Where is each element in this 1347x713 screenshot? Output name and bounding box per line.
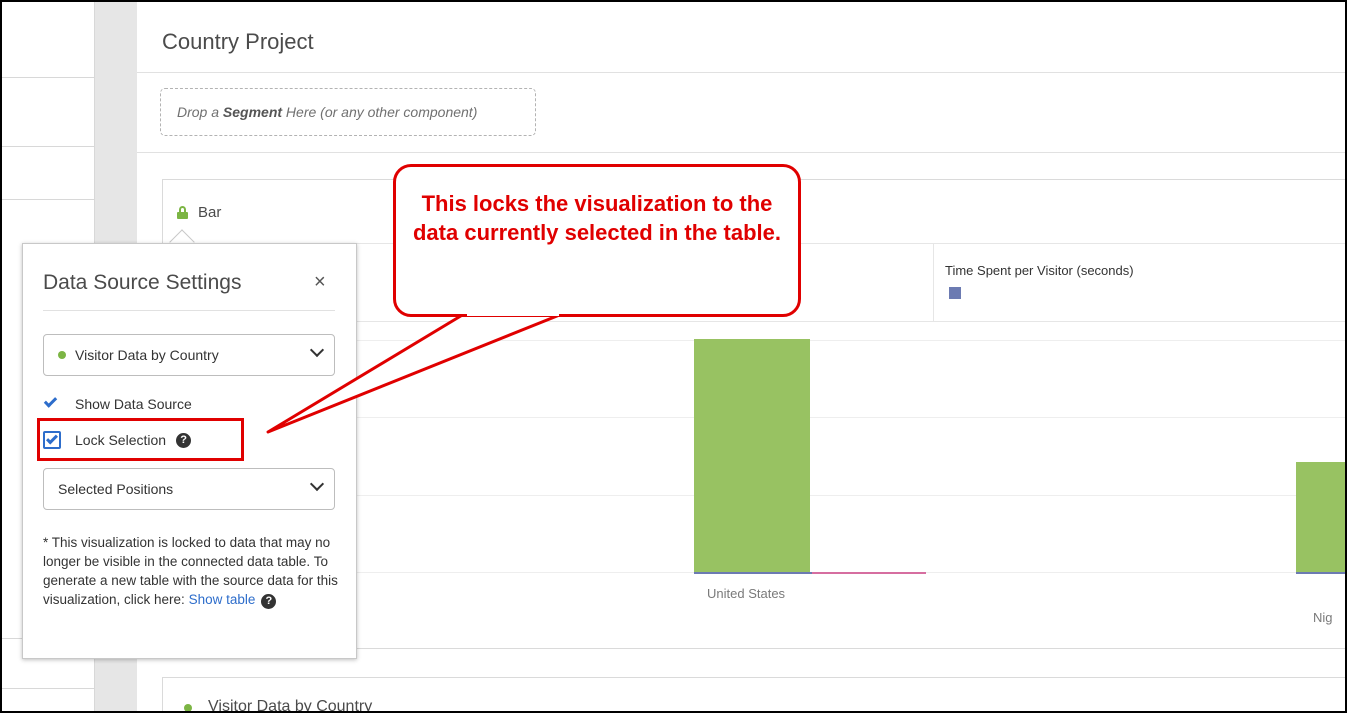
- lock-icon: [177, 206, 188, 219]
- annotation-highlight-box: [37, 418, 244, 461]
- chevron-down-icon: [309, 342, 325, 358]
- category-label: Nig: [1313, 610, 1333, 625]
- data-source-dropdown[interactable]: Visitor Data by Country: [43, 334, 335, 376]
- segment-drop-keyword: Segment: [222, 104, 283, 120]
- series-line-blue: [1296, 572, 1345, 574]
- show-data-source-checkbox[interactable]: [43, 394, 61, 413]
- divider: [933, 243, 934, 321]
- data-source-value: Visitor Data by Country: [75, 347, 219, 363]
- show-data-source-label: Show Data Source: [75, 396, 192, 412]
- popover-title: Data Source Settings: [43, 271, 242, 294]
- status-dot: [58, 351, 66, 359]
- callout-seam: [467, 310, 559, 316]
- project-title[interactable]: Country Project: [162, 29, 314, 55]
- callout-text: This locks the visualization to the data…: [412, 191, 781, 245]
- series-line-blue: [694, 572, 812, 574]
- bar-united-states[interactable]: [694, 339, 810, 572]
- left-list-row[interactable]: [2, 147, 95, 200]
- close-icon[interactable]: ×: [314, 271, 326, 294]
- show-table-link[interactable]: Show table: [189, 592, 256, 607]
- segment-drop-prefix: Drop a: [177, 104, 223, 120]
- freeform-table-panel: Visitor Data by Country: [162, 677, 1345, 711]
- series-line-pink: [812, 572, 926, 574]
- table-panel-title[interactable]: Visitor Data by Country: [208, 698, 372, 711]
- segment-drop-zone[interactable]: Drop a Segment Here (or any other compon…: [160, 88, 536, 136]
- visualization-header[interactable]: Bar: [177, 204, 221, 221]
- annotation-callout: This locks the visualization to the data…: [393, 164, 801, 317]
- locked-data-note: * This visualization is locked to data t…: [43, 533, 343, 609]
- segment-drop-suffix: Here (or any other component): [282, 104, 478, 120]
- selection-mode-value: Selected Positions: [58, 481, 174, 497]
- screenshot-frame: Country Project Drop a Segment Here (or …: [0, 0, 1347, 713]
- category-label: United States: [707, 586, 786, 601]
- legend-swatch: [949, 287, 961, 299]
- visualization-title: Bar: [198, 204, 222, 221]
- divider: [43, 310, 335, 311]
- data-source-dot: [184, 704, 192, 711]
- left-list-row[interactable]: [2, 78, 95, 147]
- legend-metric-label[interactable]: Time Spent per Visitor (seconds): [945, 263, 1134, 278]
- left-list-row[interactable]: [2, 2, 95, 78]
- bar-nig[interactable]: [1296, 462, 1345, 572]
- selection-mode-dropdown[interactable]: Selected Positions: [43, 468, 335, 510]
- chevron-down-icon: [309, 476, 325, 492]
- help-icon[interactable]: ?: [261, 594, 277, 609]
- divider: [137, 152, 1345, 153]
- divider: [137, 72, 1345, 73]
- show-data-source-row[interactable]: Show Data Source: [43, 394, 192, 413]
